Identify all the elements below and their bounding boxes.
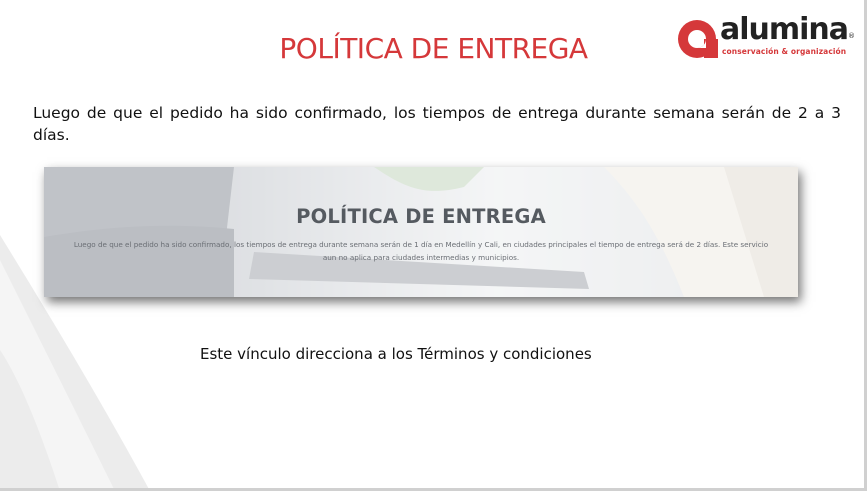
logo-wordmark: alumina® bbox=[720, 12, 856, 47]
screenshot-white-overlay bbox=[44, 167, 798, 297]
embedded-website-screenshot: POLÍTICA DE ENTREGA Luego de que el pedi… bbox=[44, 167, 798, 297]
alumina-logo: alumina® conservación & organización bbox=[676, 13, 856, 61]
intro-paragraph: Luego de que el pedido ha sido confirmad… bbox=[33, 104, 841, 144]
link-note-text: Este vínculo direcciona a los Términos y… bbox=[200, 345, 592, 363]
presentation-slide: POLÍTICA DE ENTREGA alumina® conservació… bbox=[0, 0, 867, 491]
screenshot-title: POLÍTICA DE ENTREGA bbox=[296, 205, 546, 228]
alumina-logo-icon bbox=[678, 20, 718, 58]
logo-tagline: conservación & organización bbox=[722, 47, 847, 56]
screenshot-body-text: Luego de que el pedido ha sido confirmad… bbox=[73, 240, 769, 262]
